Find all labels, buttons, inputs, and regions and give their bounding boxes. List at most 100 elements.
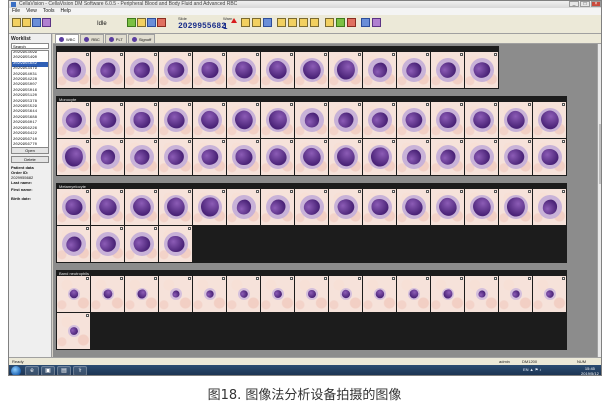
cell-checkbox[interactable]	[86, 227, 89, 230]
cell-thumbnail[interactable]	[533, 102, 566, 138]
cell-thumbnail[interactable]	[533, 139, 566, 175]
cell-checkbox[interactable]	[392, 190, 395, 193]
cell-checkbox[interactable]	[154, 140, 157, 143]
cell-checkbox[interactable]	[392, 277, 395, 280]
cell-checkbox[interactable]	[188, 227, 191, 230]
minimize-button[interactable]: _	[569, 1, 579, 7]
cell-checkbox[interactable]	[86, 314, 89, 317]
start-button-icon[interactable]	[11, 366, 21, 375]
cell-checkbox[interactable]	[562, 277, 565, 280]
cell-thumbnail[interactable]	[57, 102, 90, 138]
cell-thumbnail[interactable]	[227, 139, 260, 175]
cell-checkbox[interactable]	[494, 190, 497, 193]
cell-checkbox[interactable]	[392, 53, 395, 56]
taskbar-explorer-icon[interactable]: ▣	[41, 366, 55, 375]
cell-checkbox[interactable]	[290, 53, 293, 56]
cell-checkbox[interactable]	[188, 190, 191, 193]
taskbar-cellavision-icon[interactable]: ⚕	[73, 366, 87, 375]
gallery-scrollbar[interactable]	[597, 44, 601, 357]
cell-thumbnail[interactable]	[397, 52, 430, 88]
menu-help[interactable]: Help	[61, 8, 71, 15]
tab-signoff[interactable]: Signoff	[127, 34, 156, 43]
cell-thumbnail[interactable]	[295, 52, 328, 88]
cell-thumbnail[interactable]	[533, 189, 566, 225]
cell-checkbox[interactable]	[460, 190, 463, 193]
cell-checkbox[interactable]	[324, 277, 327, 280]
cell-checkbox[interactable]	[120, 103, 123, 106]
cell-thumbnail[interactable]	[159, 189, 192, 225]
cell-thumbnail[interactable]	[125, 276, 158, 312]
cell-thumbnail[interactable]	[295, 276, 328, 312]
cell-thumbnail[interactable]	[431, 52, 464, 88]
cell-checkbox[interactable]	[528, 277, 531, 280]
previous-icon[interactable]	[241, 18, 250, 27]
report-icon[interactable]	[310, 18, 319, 27]
flag-icon[interactable]	[347, 18, 356, 27]
cell-thumbnail[interactable]	[159, 276, 192, 312]
scrollbar-thumb[interactable]	[599, 124, 601, 184]
taskbar-folder-icon[interactable]: ▤	[57, 366, 71, 375]
cell-thumbnail[interactable]	[57, 226, 90, 262]
tab-wbc[interactable]: WBC	[55, 34, 80, 43]
cell-thumbnail[interactable]	[57, 276, 90, 312]
image-icon[interactable]	[299, 18, 308, 27]
cell-thumbnail[interactable]	[57, 52, 90, 88]
cell-checkbox[interactable]	[154, 190, 157, 193]
cell-thumbnail[interactable]	[431, 102, 464, 138]
print-icon[interactable]	[32, 18, 41, 27]
delete-button[interactable]: Delete	[11, 156, 49, 163]
cell-thumbnail[interactable]	[363, 189, 396, 225]
cell-thumbnail[interactable]	[57, 139, 90, 175]
cell-thumbnail[interactable]	[159, 139, 192, 175]
cell-thumbnail[interactable]	[227, 102, 260, 138]
cell-thumbnail[interactable]	[329, 139, 362, 175]
cell-checkbox[interactable]	[358, 53, 361, 56]
cell-checkbox[interactable]	[494, 103, 497, 106]
menu-file[interactable]: File	[12, 8, 20, 15]
cell-thumbnail[interactable]	[261, 189, 294, 225]
cell-thumbnail[interactable]	[193, 276, 226, 312]
cell-checkbox[interactable]	[324, 140, 327, 143]
cell-checkbox[interactable]	[222, 140, 225, 143]
cell-checkbox[interactable]	[222, 53, 225, 56]
save-icon[interactable]	[22, 18, 31, 27]
sample-list[interactable]: 2029953599 2029955490 2029955682 2029953479…	[11, 50, 49, 153]
cell-thumbnail[interactable]	[499, 276, 532, 312]
cell-thumbnail[interactable]	[159, 102, 192, 138]
cell-thumbnail[interactable]	[57, 313, 90, 349]
cell-checkbox[interactable]	[256, 103, 259, 106]
cell-checkbox[interactable]	[494, 53, 497, 56]
cell-thumbnail[interactable]	[397, 189, 430, 225]
cell-thumbnail[interactable]	[397, 276, 430, 312]
cell-checkbox[interactable]	[256, 140, 259, 143]
cell-thumbnail[interactable]	[465, 189, 498, 225]
scan-icon[interactable]	[147, 18, 156, 27]
cell-checkbox[interactable]	[86, 277, 89, 280]
cell-checkbox[interactable]	[460, 140, 463, 143]
cell-thumbnail[interactable]	[363, 52, 396, 88]
settings-icon[interactable]	[42, 18, 51, 27]
cell-thumbnail[interactable]	[363, 276, 396, 312]
cell-checkbox[interactable]	[358, 190, 361, 193]
start-icon[interactable]	[127, 18, 136, 27]
cell-thumbnail[interactable]	[227, 189, 260, 225]
cell-checkbox[interactable]	[222, 103, 225, 106]
zoom-out-icon[interactable]	[288, 18, 297, 27]
cell-checkbox[interactable]	[120, 140, 123, 143]
cell-checkbox[interactable]	[460, 277, 463, 280]
cell-checkbox[interactable]	[426, 103, 429, 106]
cell-checkbox[interactable]	[324, 53, 327, 56]
cell-thumbnail[interactable]	[329, 276, 362, 312]
worklist-search-input[interactable]: Search	[11, 43, 49, 49]
cell-thumbnail[interactable]	[431, 276, 464, 312]
cell-thumbnail[interactable]	[91, 226, 124, 262]
cell-thumbnail[interactable]	[499, 102, 532, 138]
cell-checkbox[interactable]	[154, 53, 157, 56]
cell-thumbnail[interactable]	[91, 102, 124, 138]
cell-thumbnail[interactable]	[91, 52, 124, 88]
cell-checkbox[interactable]	[494, 140, 497, 143]
cell-checkbox[interactable]	[562, 190, 565, 193]
load-slide-icon[interactable]	[137, 18, 146, 27]
cell-checkbox[interactable]	[120, 190, 123, 193]
cell-thumbnail[interactable]	[159, 226, 192, 262]
